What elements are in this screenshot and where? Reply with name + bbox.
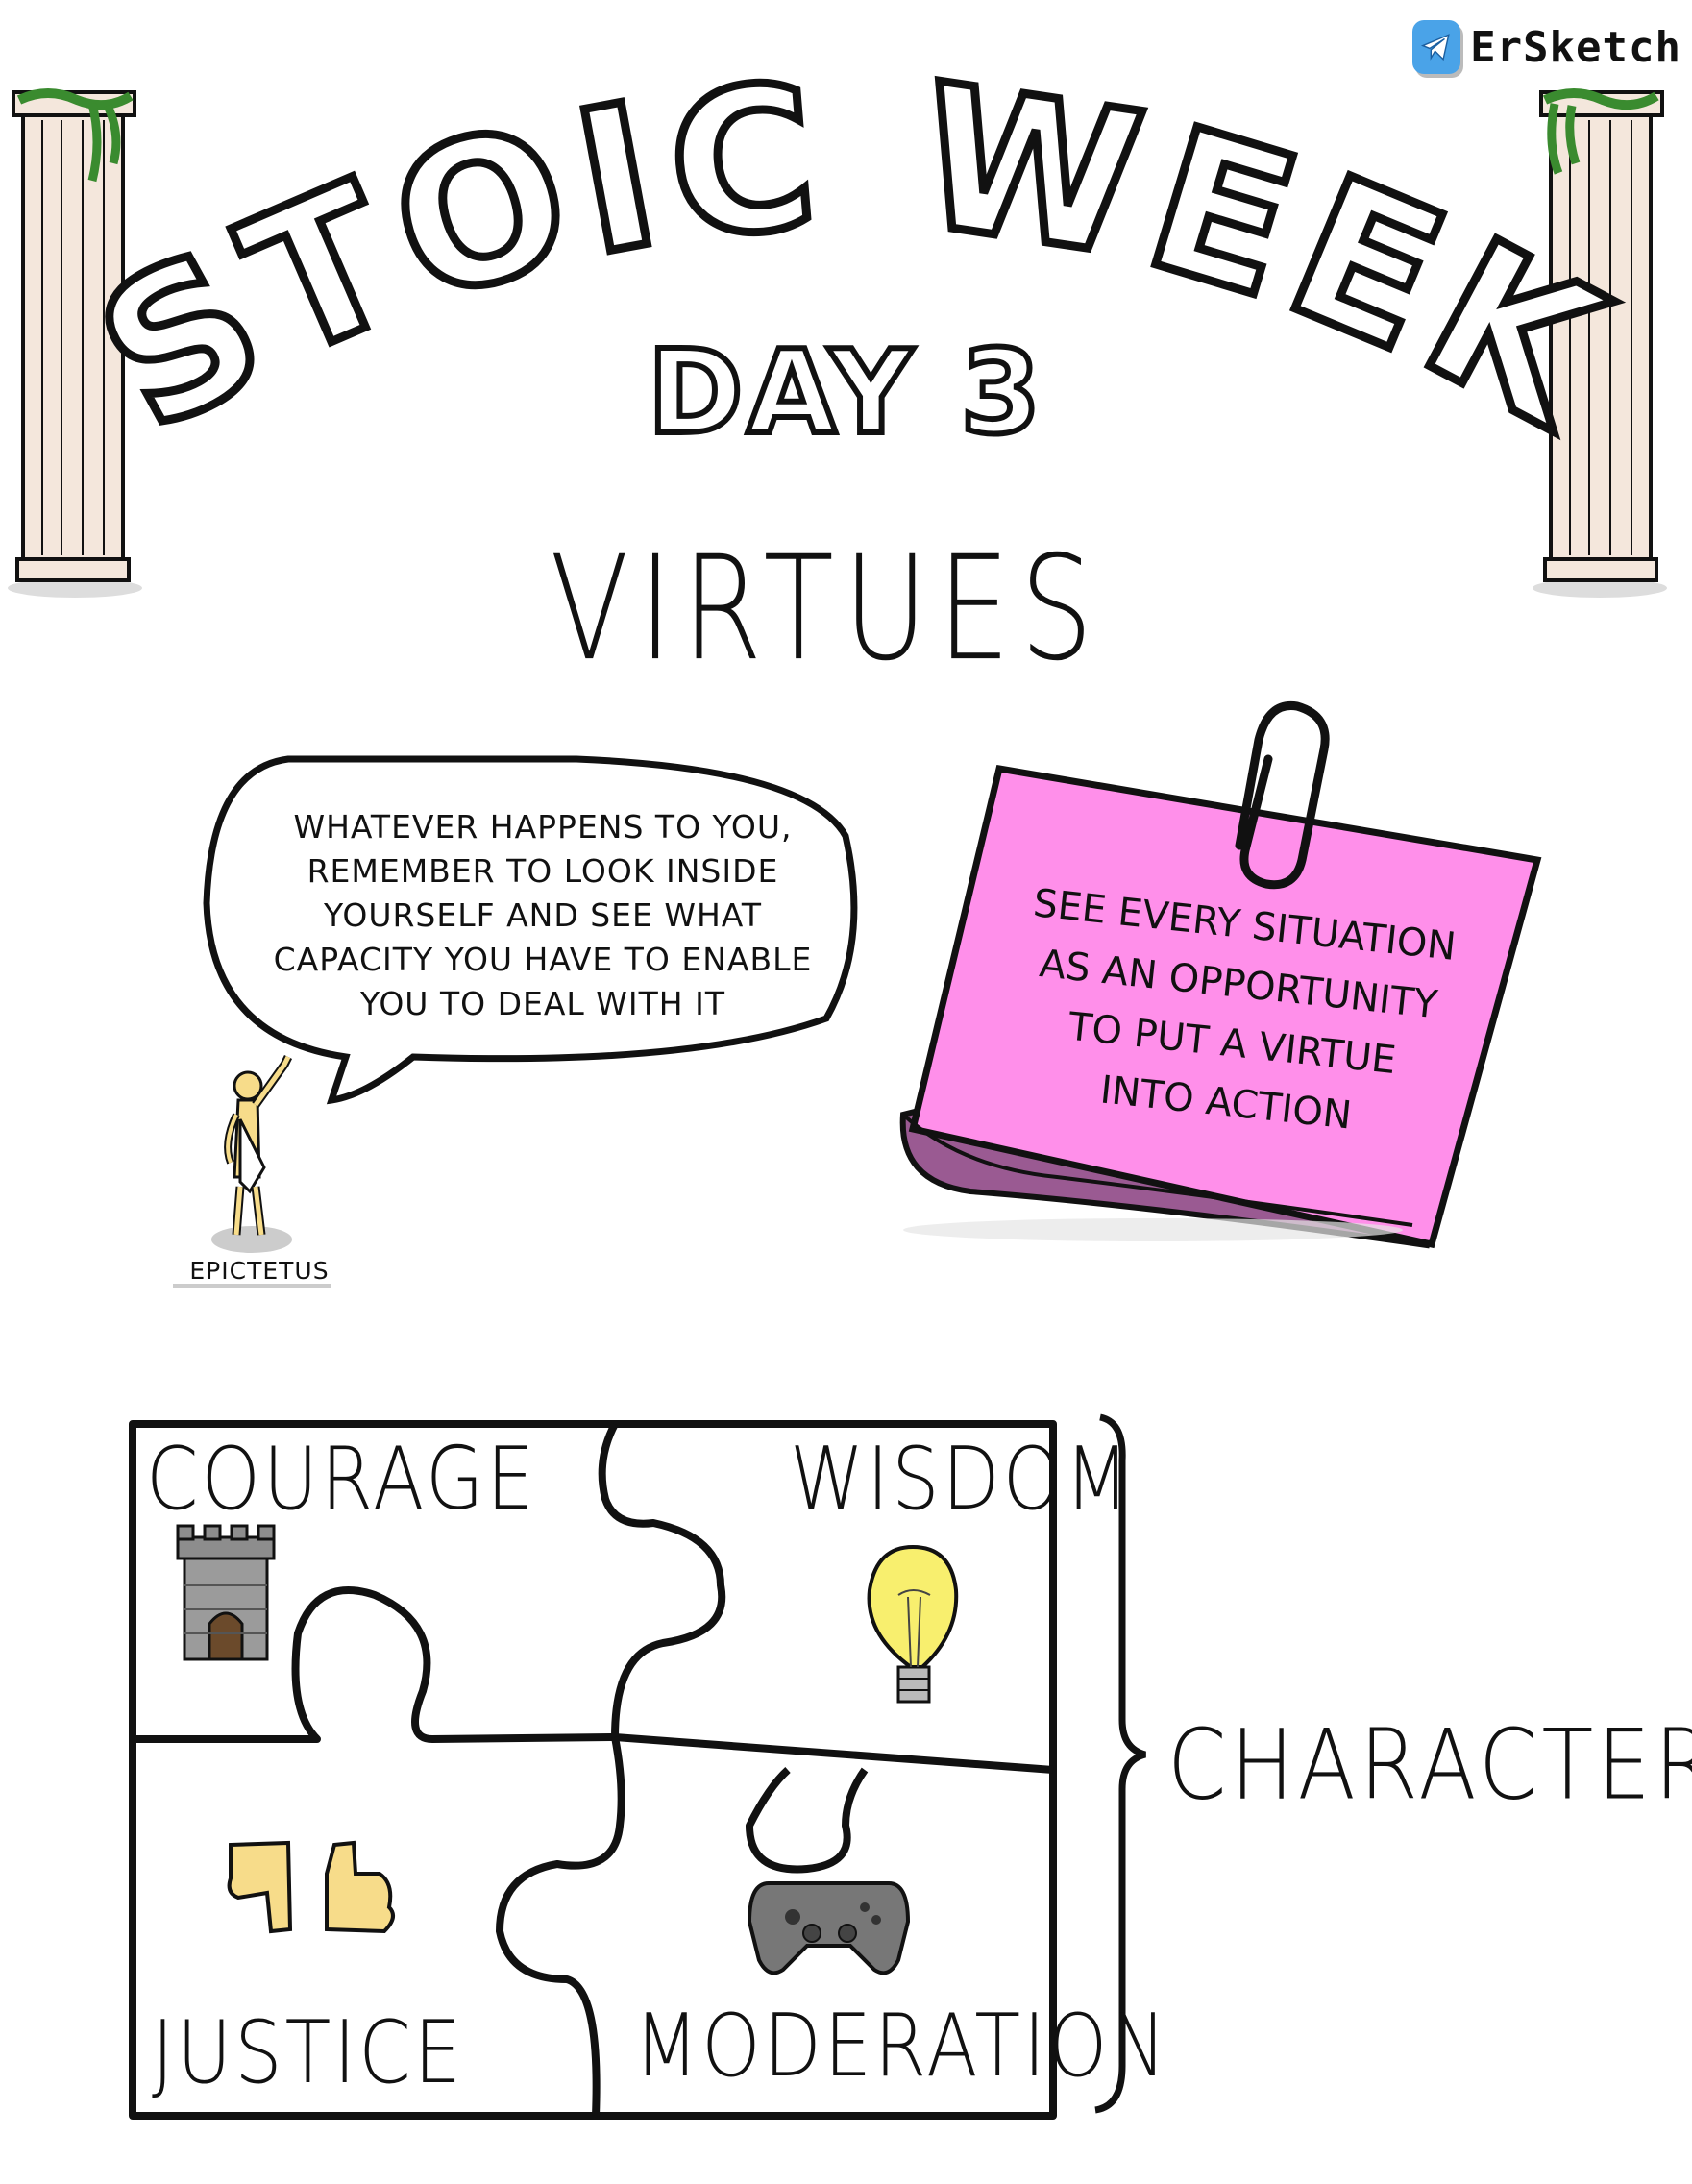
quote-line: WHATEVER HAPPENS TO YOU, — [293, 808, 793, 846]
brand[interactable]: ErSketch — [1412, 13, 1681, 81]
quote-author: EPICTETUS — [189, 1257, 330, 1285]
quote-line: REMEMBER TO LOOK INSIDE — [307, 852, 779, 890]
brand-name: ErSketch — [1470, 22, 1681, 72]
quote-line: YOURSELF AND SEE WHAT — [324, 896, 762, 934]
epictetus-figure-icon — [211, 1054, 293, 1253]
virtue-wisdom: WISDOM — [790, 1430, 1133, 1530]
virtue-moderation: MODERATION — [634, 1997, 1169, 2097]
telegram-icon — [1412, 20, 1461, 74]
virtue-courage: COURAGE — [146, 1430, 537, 1530]
quote-line: YOU TO DEAL WITH IT — [359, 985, 726, 1022]
virtue-justice: JUSTICE — [152, 2003, 465, 2103]
subtitle: VIRTUES — [550, 526, 1103, 694]
gamepad-icon — [747, 1881, 911, 1975]
day-label: DAY 3 — [645, 324, 1045, 463]
quote-text: WHATEVER HAPPENS TO YOU, REMEMBER TO LOO… — [245, 805, 841, 1026]
lightbulb-icon — [867, 1544, 959, 1704]
quote-line: CAPACITY YOU HAVE TO ENABLE — [273, 941, 813, 978]
tower-icon — [176, 1524, 276, 1661]
thumbs-icon — [227, 1840, 395, 1934]
character-label: CHARACTER — [1167, 1707, 1692, 1822]
